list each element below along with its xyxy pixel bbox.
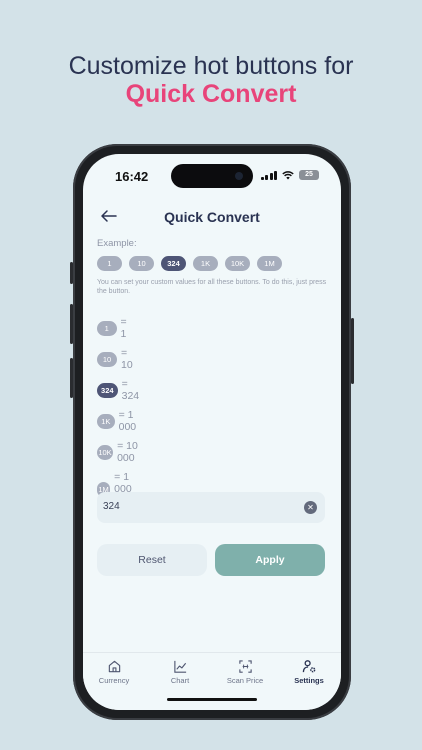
- home-icon: [108, 660, 120, 673]
- user-gear-icon: [302, 660, 315, 673]
- promo-line-1: Customize hot buttons for: [68, 52, 354, 80]
- example-chip-1k: 1K: [193, 256, 218, 271]
- hot-button-10[interactable]: 10: [97, 351, 118, 367]
- example-chip-1m: 1M: [257, 256, 282, 271]
- tab-label: Settings: [294, 676, 324, 685]
- wifi-icon: [282, 170, 294, 179]
- hot-button-row: 10K = 10 000: [97, 440, 144, 464]
- status-time: 16:42: [115, 169, 149, 184]
- apply-button[interactable]: Apply: [215, 544, 325, 576]
- value-input-text: 324: [103, 501, 120, 512]
- tab-label: Scan Price: [226, 676, 264, 685]
- reset-button[interactable]: Reset: [97, 544, 207, 576]
- hot-button-value: = 324: [121, 378, 140, 402]
- tab-scan-price[interactable]: Scan Price: [215, 659, 275, 685]
- example-label: Example:: [97, 238, 137, 249]
- hot-button-row: 324 = 324: [97, 378, 144, 402]
- example-chip-324: 324: [161, 256, 186, 271]
- hot-button-value: = 1: [120, 316, 127, 340]
- chart-icon: [173, 660, 186, 673]
- hot-button-row: 1K = 1 000: [97, 409, 144, 433]
- phone-volume-down: [70, 358, 73, 398]
- promo-headline: Customize hot buttons for Quick Convert: [0, 52, 422, 108]
- tab-settings[interactable]: Settings: [279, 659, 339, 685]
- app-screen: 16:42 25 Quick Convert Example: 1 10 324…: [83, 154, 341, 710]
- battery-icon: 25: [299, 170, 319, 180]
- hot-button-10k[interactable]: 10K: [97, 444, 114, 460]
- signal-icon: [260, 170, 277, 180]
- hot-button-324[interactable]: 324: [97, 382, 118, 398]
- hot-button-value: = 1 000: [118, 409, 137, 433]
- tab-currency[interactable]: Currency: [84, 659, 144, 685]
- tab-chart[interactable]: Chart: [150, 659, 210, 685]
- value-input[interactable]: 324 ✕: [97, 492, 325, 523]
- close-circle-icon[interactable]: ✕: [304, 501, 317, 514]
- dynamic-island: [171, 164, 253, 188]
- example-chip-10: 10: [129, 256, 154, 271]
- example-chips: 1 10 324 1K 10K 1M: [97, 256, 282, 271]
- example-chip-10k: 10K: [225, 256, 250, 271]
- phone-power-button: [351, 318, 354, 384]
- hot-button-row: 10 = 10: [97, 347, 138, 371]
- hot-button-value: = 10 000: [117, 440, 138, 464]
- page-title: Quick Convert: [164, 209, 260, 225]
- scan-icon: [238, 660, 252, 673]
- phone-silent-switch: [70, 262, 73, 284]
- promo-line-2: Quick Convert: [125, 80, 297, 108]
- example-hint: You can set your custom values for all t…: [97, 279, 327, 295]
- home-indicator: [167, 698, 257, 701]
- phone-frame: 16:42 25 Quick Convert Example: 1 10 324…: [70, 144, 354, 720]
- hot-button-value: = 10: [121, 347, 133, 371]
- hot-button-row: 1 = 1: [97, 316, 132, 340]
- tab-label: Chart: [170, 676, 190, 685]
- tab-bar: Currency Chart Scan Price Settings: [83, 652, 341, 710]
- hot-button-1[interactable]: 1: [97, 320, 117, 336]
- phone-volume-up: [70, 304, 73, 344]
- status-icons: 25: [260, 170, 319, 180]
- example-chip-1: 1: [97, 256, 122, 271]
- hot-button-1k[interactable]: 1K: [97, 413, 115, 429]
- tab-label: Currency: [98, 676, 130, 685]
